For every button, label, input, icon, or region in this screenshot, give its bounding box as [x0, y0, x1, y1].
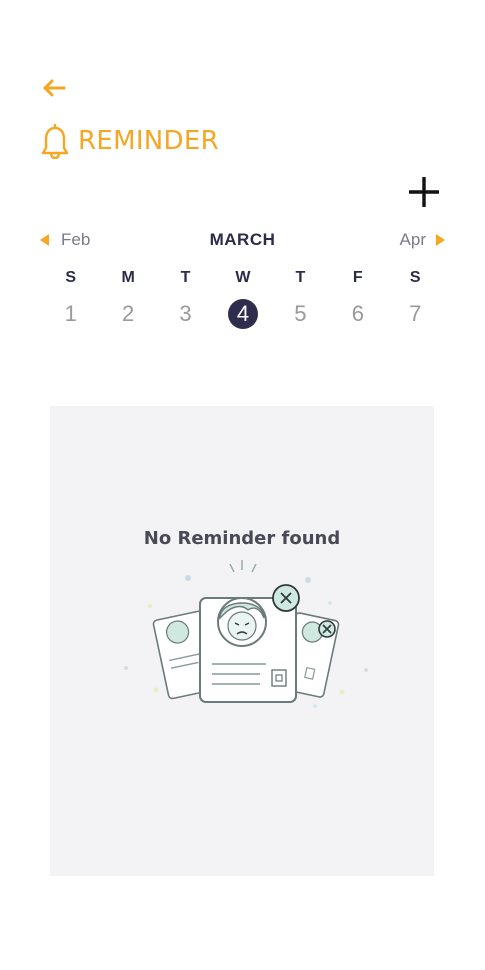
prev-month-label: Feb [61, 230, 91, 249]
back-button[interactable] [40, 76, 68, 100]
page-header: REMINDER [40, 122, 219, 160]
date-number: 7 [409, 301, 422, 326]
current-month-label: MARCH [209, 230, 276, 249]
date-number: 1 [64, 301, 77, 326]
weekday-label: F [352, 269, 363, 286]
date-number: 2 [122, 301, 135, 326]
empty-state-message: No Reminder found [143, 528, 341, 549]
date-cell-selected[interactable]: 4 [214, 299, 271, 329]
add-reminder-button[interactable] [406, 174, 442, 210]
date-cell[interactable]: 2 [99, 299, 156, 329]
weekday-label: S [409, 269, 421, 286]
caret-right-icon [436, 234, 445, 246]
weekday-label: T [295, 269, 306, 286]
page-title: REMINDER [78, 126, 219, 156]
month-navigation: MARCH Feb Apr [40, 230, 445, 254]
bell-icon [41, 123, 69, 159]
next-month-button[interactable]: Apr [400, 230, 445, 250]
empty-state-panel: No Reminder found [50, 406, 434, 876]
date-cell[interactable]: 7 [387, 299, 444, 329]
next-month-label: Apr [399, 230, 426, 249]
date-number: 3 [179, 301, 192, 326]
date-number: 4 [227, 299, 258, 329]
date-cell[interactable]: 1 [42, 299, 99, 329]
plus-icon [409, 177, 439, 207]
weekday-label: W [235, 269, 251, 286]
date-row: 1 2 3 4 5 6 7 [42, 299, 444, 329]
weekday-label: T [180, 269, 191, 286]
caret-left-icon [40, 234, 49, 246]
weekday-label: S [65, 269, 77, 286]
date-number: 6 [351, 301, 364, 326]
date-cell[interactable]: 3 [157, 299, 214, 329]
prev-month-button[interactable]: Feb [40, 230, 90, 250]
weekday-header: S M T W T F S [42, 267, 444, 289]
date-number: 5 [294, 301, 307, 326]
date-cell[interactable]: 6 [329, 299, 386, 329]
weekday-label: M [121, 269, 135, 286]
no-reminder-illustration-icon [124, 560, 368, 708]
arrow-left-icon [43, 79, 66, 97]
date-cell[interactable]: 5 [272, 299, 329, 329]
